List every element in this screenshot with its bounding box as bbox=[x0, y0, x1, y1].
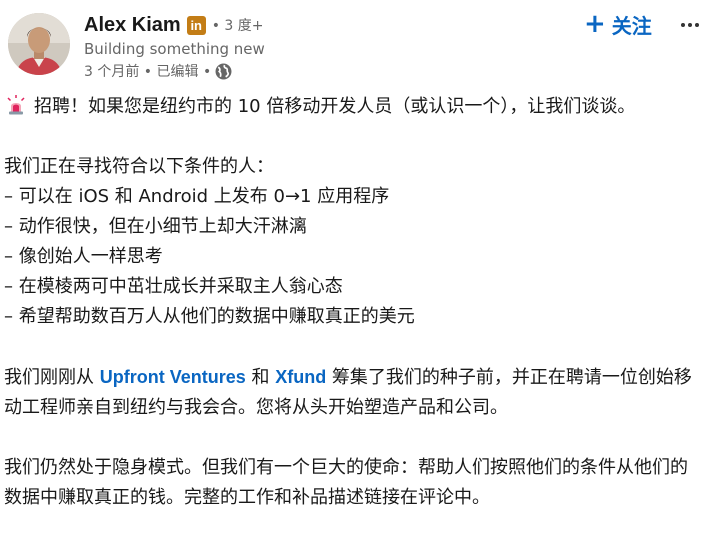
post-body: 招聘！如果您是纽约市的 10 倍移动开发人员（或认识一个），让我们谈谈。 我们正… bbox=[4, 92, 704, 513]
criteria-item: – 像创始人一样思考 bbox=[4, 246, 163, 267]
post-intro-text: 招聘！如果您是纽约市的 10 倍移动开发人员（或认识一个），让我们谈谈。 bbox=[34, 96, 636, 117]
avatar[interactable] bbox=[8, 13, 70, 75]
author-row: Alex Kiam in • 3 度+ bbox=[84, 13, 264, 37]
criteria-item: – 在模棱两可中茁壮成长并采取主人翁心态 bbox=[4, 276, 343, 297]
criteria-item: – 希望帮助数百万人从他们的数据中赚取真正的美元 bbox=[4, 306, 415, 327]
globe-icon bbox=[215, 63, 232, 79]
follow-button[interactable]: + 关注 bbox=[584, 9, 652, 39]
funding-prefix: 我们刚刚从 bbox=[4, 367, 100, 388]
linkedin-premium-icon: in bbox=[186, 15, 206, 35]
funding-paragraph: 我们刚刚从 Upfront Ventures 和 Xfund 筹集了我们的种子前… bbox=[4, 362, 704, 423]
mention-xfund[interactable]: Xfund bbox=[275, 367, 326, 387]
post-intro: 招聘！如果您是纽约市的 10 倍移动开发人员（或认识一个），让我们谈谈。 bbox=[4, 92, 704, 122]
avatar-image bbox=[8, 13, 70, 75]
funding-middle: 和 bbox=[245, 367, 276, 388]
criteria-item: – 可以在 iOS 和 Android 上发布 0→1 应用程序 bbox=[4, 186, 390, 207]
mention-upfront-ventures[interactable]: Upfront Ventures bbox=[100, 367, 246, 387]
author-name[interactable]: Alex Kiam bbox=[84, 14, 181, 37]
follow-label: 关注 bbox=[611, 13, 652, 38]
plus-icon: + bbox=[584, 9, 606, 39]
connection-degree: • 3 度+ bbox=[211, 18, 264, 34]
post-header: Alex Kiam in • 3 度+ Building something n… bbox=[0, 0, 706, 90]
author-headline: Building something new bbox=[84, 40, 265, 58]
siren-icon bbox=[7, 95, 25, 115]
criteria-heading: 我们正在寻找符合以下条件的人： bbox=[4, 156, 274, 177]
criteria-item: – 动作很快，但在小细节上却大汗淋漓 bbox=[4, 216, 307, 237]
post-timestamp: 3 个月前 • 已编辑 • bbox=[84, 64, 212, 80]
more-icon[interactable] bbox=[678, 13, 702, 37]
post-meta: 3 个月前 • 已编辑 • bbox=[84, 61, 232, 81]
closing-paragraph: 我们仍然处于隐身模式。但我们有一个巨大的使命：帮助人们按照他们的条件从他们的数据… bbox=[4, 457, 688, 508]
